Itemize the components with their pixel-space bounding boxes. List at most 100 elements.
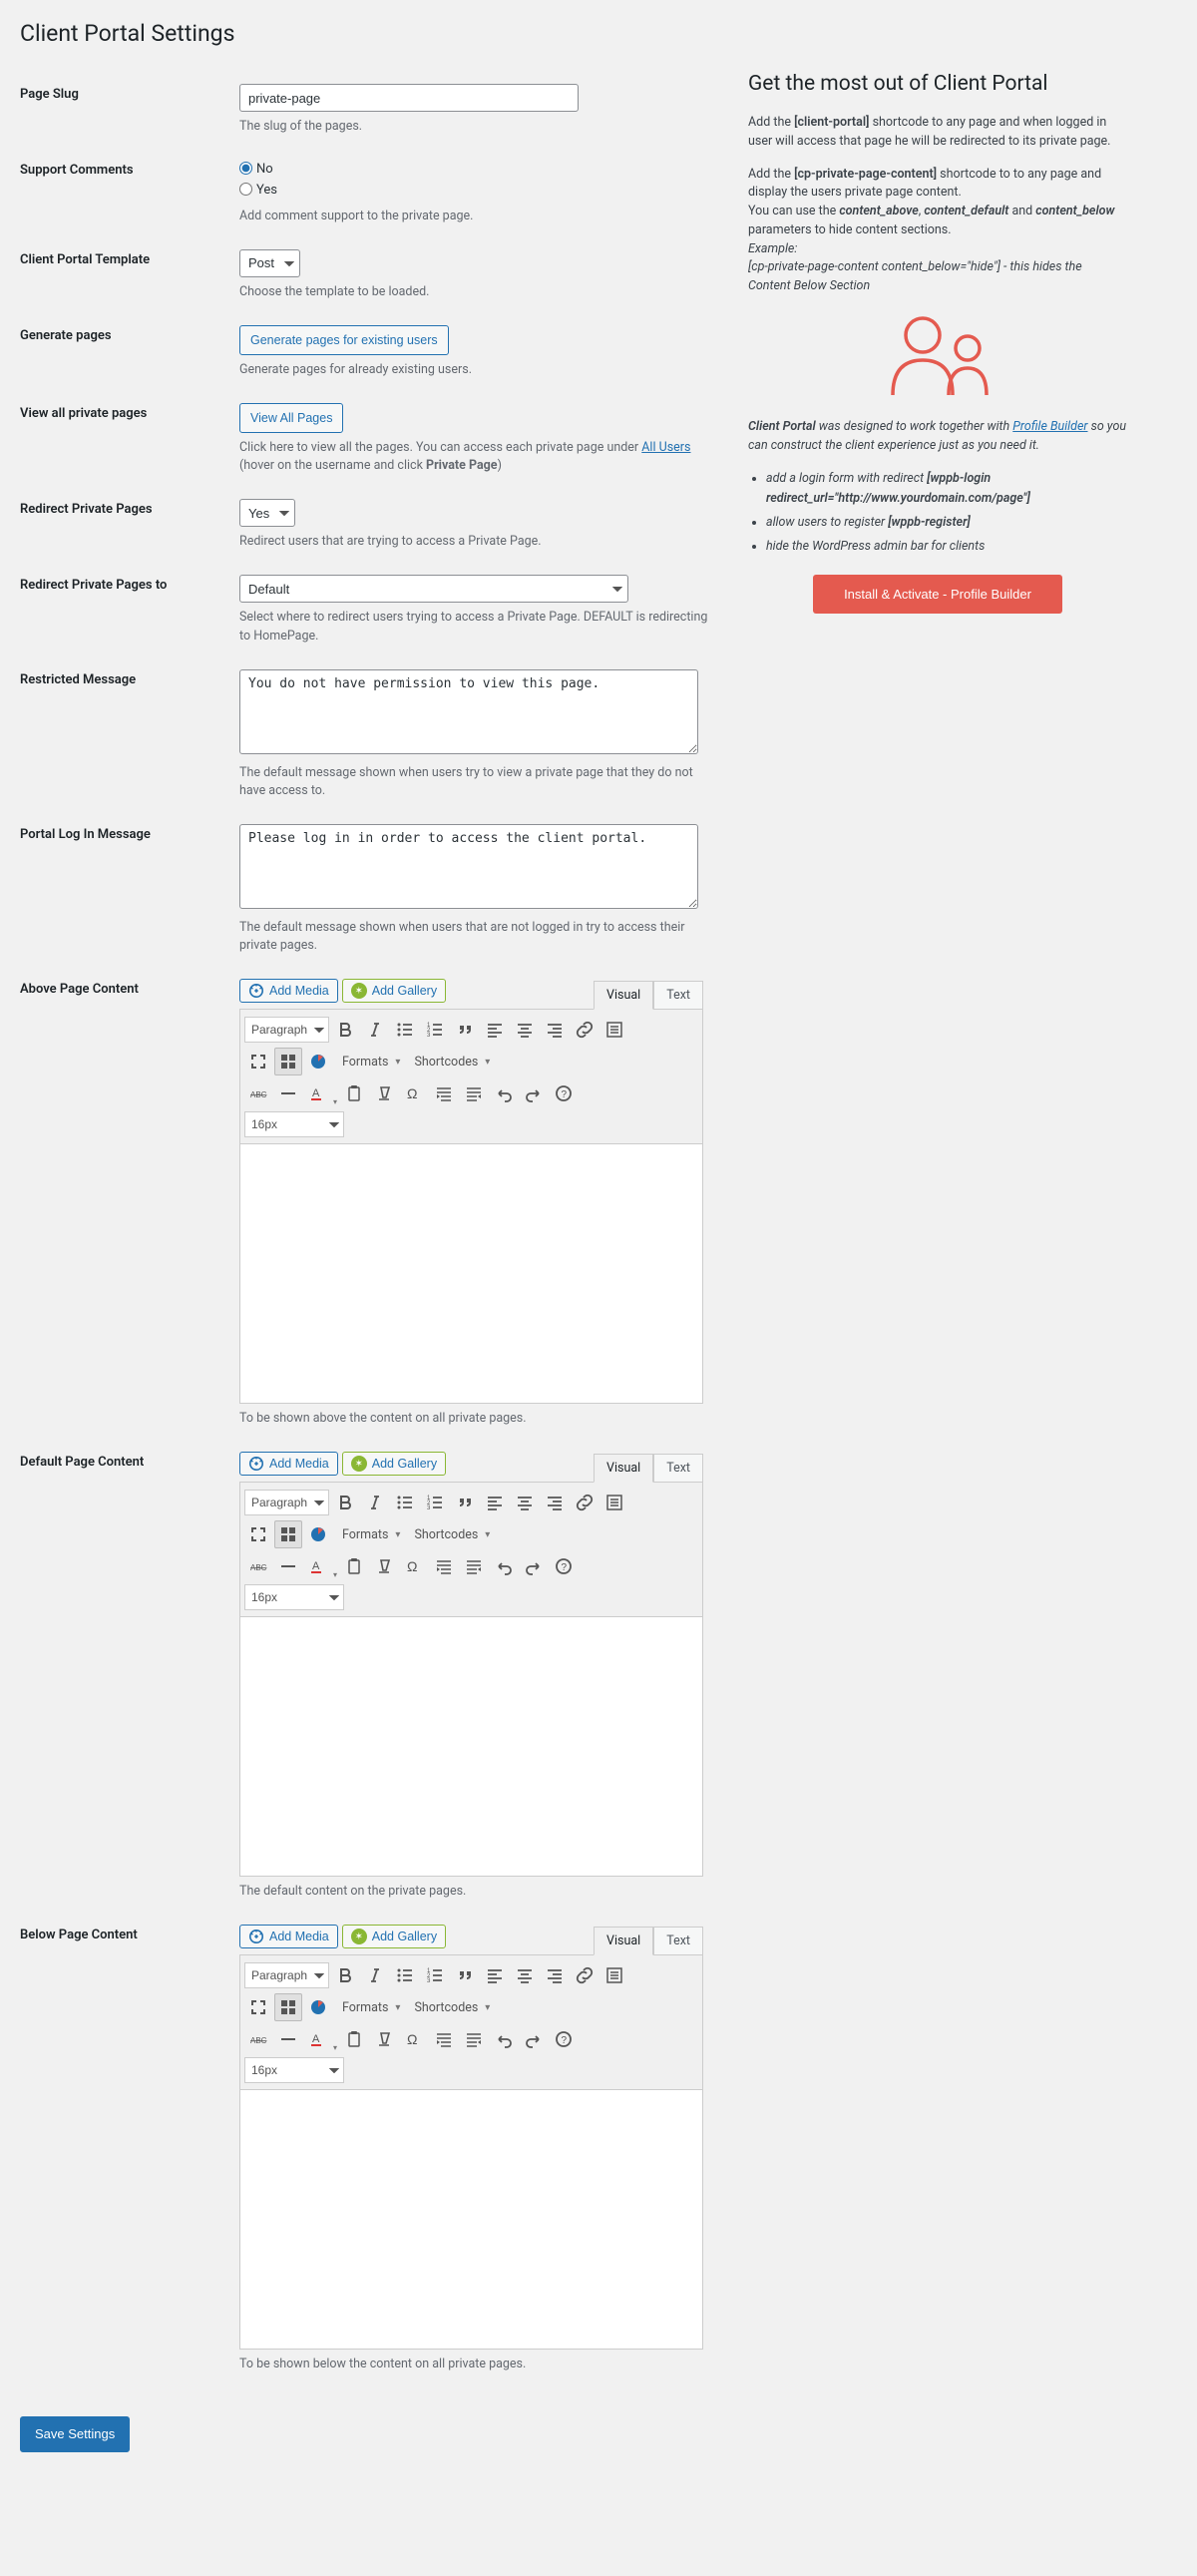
clear-format-button[interactable] bbox=[370, 2025, 398, 2053]
formats-menu[interactable]: Formats bbox=[334, 1994, 404, 2020]
number-list-button[interactable] bbox=[421, 1489, 449, 1516]
strikethrough-button[interactable] bbox=[244, 2025, 272, 2053]
grid-button[interactable] bbox=[274, 1048, 302, 1075]
paragraph-select[interactable]: Paragraph bbox=[244, 1962, 329, 1988]
generate-pages-button[interactable]: Generate pages for existing users bbox=[239, 325, 449, 355]
fullscreen-button[interactable] bbox=[244, 1520, 272, 1548]
toolbar-toggle-button[interactable] bbox=[600, 1016, 628, 1044]
support-comments-no-radio[interactable] bbox=[239, 162, 252, 175]
help-button[interactable] bbox=[550, 1552, 578, 1580]
all-users-link[interactable]: All Users bbox=[641, 440, 690, 455]
tab-text[interactable]: Text bbox=[653, 981, 703, 1010]
undo-button[interactable] bbox=[490, 1079, 518, 1107]
special-char-button[interactable] bbox=[400, 2025, 428, 2053]
indent-button[interactable] bbox=[460, 2025, 488, 2053]
text-color-button[interactable] bbox=[304, 1079, 338, 1107]
chart-button[interactable] bbox=[304, 1520, 332, 1548]
bold-button[interactable] bbox=[331, 1961, 359, 1989]
align-center-button[interactable] bbox=[511, 1016, 539, 1044]
blockquote-button[interactable] bbox=[451, 1016, 479, 1044]
add-gallery-button[interactable]: ✶Add Gallery bbox=[342, 1452, 446, 1476]
grid-button[interactable] bbox=[274, 1993, 302, 2021]
clear-format-button[interactable] bbox=[370, 1552, 398, 1580]
number-list-button[interactable] bbox=[421, 1961, 449, 1989]
font-size-select[interactable]: 16px bbox=[244, 1111, 344, 1137]
blockquote-button[interactable] bbox=[451, 1489, 479, 1516]
bold-button[interactable] bbox=[331, 1016, 359, 1044]
add-media-button[interactable]: Add Media bbox=[239, 1925, 338, 1948]
fullscreen-button[interactable] bbox=[244, 1048, 272, 1075]
grid-button[interactable] bbox=[274, 1520, 302, 1548]
hr-button[interactable] bbox=[274, 1552, 302, 1580]
paste-text-button[interactable] bbox=[340, 1552, 368, 1580]
align-right-button[interactable] bbox=[541, 1016, 569, 1044]
font-size-select[interactable]: 16px bbox=[244, 1584, 344, 1610]
formats-menu[interactable]: Formats bbox=[334, 1049, 404, 1074]
install-profile-builder-button[interactable]: Install & Activate - Profile Builder bbox=[813, 575, 1062, 614]
align-left-button[interactable] bbox=[481, 1016, 509, 1044]
editor-content-area[interactable] bbox=[239, 2090, 703, 2350]
align-center-button[interactable] bbox=[511, 1961, 539, 1989]
login-msg-textarea[interactable]: Please log in in order to access the cli… bbox=[239, 824, 698, 909]
tab-visual[interactable]: Visual bbox=[594, 1454, 653, 1483]
outdent-button[interactable] bbox=[430, 1552, 458, 1580]
strikethrough-button[interactable] bbox=[244, 1079, 272, 1107]
bullet-list-button[interactable] bbox=[391, 1489, 419, 1516]
strikethrough-button[interactable] bbox=[244, 1552, 272, 1580]
template-select[interactable]: Post bbox=[239, 249, 300, 277]
hr-button[interactable] bbox=[274, 1079, 302, 1107]
redirect-to-select[interactable]: Default bbox=[239, 575, 628, 603]
link-button[interactable] bbox=[571, 1489, 598, 1516]
italic-button[interactable] bbox=[361, 1489, 389, 1516]
text-color-button[interactable] bbox=[304, 2025, 338, 2053]
chart-button[interactable] bbox=[304, 1048, 332, 1075]
add-gallery-button[interactable]: ✶Add Gallery bbox=[342, 979, 446, 1003]
toolbar-toggle-button[interactable] bbox=[600, 1489, 628, 1516]
redo-button[interactable] bbox=[520, 2025, 548, 2053]
blockquote-button[interactable] bbox=[451, 1961, 479, 1989]
redirect-select[interactable]: Yes bbox=[239, 499, 295, 527]
help-button[interactable] bbox=[550, 2025, 578, 2053]
align-left-button[interactable] bbox=[481, 1961, 509, 1989]
toolbar-toggle-button[interactable] bbox=[600, 1961, 628, 1989]
shortcodes-menu[interactable]: Shortcodes bbox=[406, 1049, 494, 1074]
bullet-list-button[interactable] bbox=[391, 1016, 419, 1044]
chart-button[interactable] bbox=[304, 1993, 332, 2021]
save-settings-button[interactable]: Save Settings bbox=[20, 2416, 130, 2453]
page-slug-input[interactable] bbox=[239, 84, 579, 112]
hr-button[interactable] bbox=[274, 2025, 302, 2053]
add-media-button[interactable]: Add Media bbox=[239, 1452, 338, 1476]
bullet-list-button[interactable] bbox=[391, 1961, 419, 1989]
indent-button[interactable] bbox=[460, 1552, 488, 1580]
paste-text-button[interactable] bbox=[340, 2025, 368, 2053]
tab-text[interactable]: Text bbox=[653, 1454, 703, 1483]
number-list-button[interactable] bbox=[421, 1016, 449, 1044]
align-center-button[interactable] bbox=[511, 1489, 539, 1516]
support-comments-yes-radio[interactable] bbox=[239, 183, 252, 196]
fullscreen-button[interactable] bbox=[244, 1993, 272, 2021]
shortcodes-menu[interactable]: Shortcodes bbox=[406, 1994, 494, 2020]
undo-button[interactable] bbox=[490, 1552, 518, 1580]
redo-button[interactable] bbox=[520, 1079, 548, 1107]
align-left-button[interactable] bbox=[481, 1489, 509, 1516]
font-size-select[interactable]: 16px bbox=[244, 2057, 344, 2083]
help-button[interactable] bbox=[550, 1079, 578, 1107]
outdent-button[interactable] bbox=[430, 1079, 458, 1107]
support-comments-yes[interactable]: Yes bbox=[239, 181, 708, 202]
add-media-button[interactable]: Add Media bbox=[239, 979, 338, 1003]
paragraph-select[interactable]: Paragraph bbox=[244, 1490, 329, 1515]
support-comments-no[interactable]: No bbox=[239, 160, 708, 181]
profile-builder-link[interactable]: Profile Builder bbox=[1012, 419, 1087, 434]
link-button[interactable] bbox=[571, 1016, 598, 1044]
editor-content-area[interactable] bbox=[239, 1144, 703, 1404]
tab-visual[interactable]: Visual bbox=[594, 1927, 653, 1955]
add-gallery-button[interactable]: ✶Add Gallery bbox=[342, 1925, 446, 1948]
align-right-button[interactable] bbox=[541, 1489, 569, 1516]
special-char-button[interactable] bbox=[400, 1079, 428, 1107]
formats-menu[interactable]: Formats bbox=[334, 1521, 404, 1547]
text-color-button[interactable] bbox=[304, 1552, 338, 1580]
bold-button[interactable] bbox=[331, 1489, 359, 1516]
clear-format-button[interactable] bbox=[370, 1079, 398, 1107]
special-char-button[interactable] bbox=[400, 1552, 428, 1580]
align-right-button[interactable] bbox=[541, 1961, 569, 1989]
